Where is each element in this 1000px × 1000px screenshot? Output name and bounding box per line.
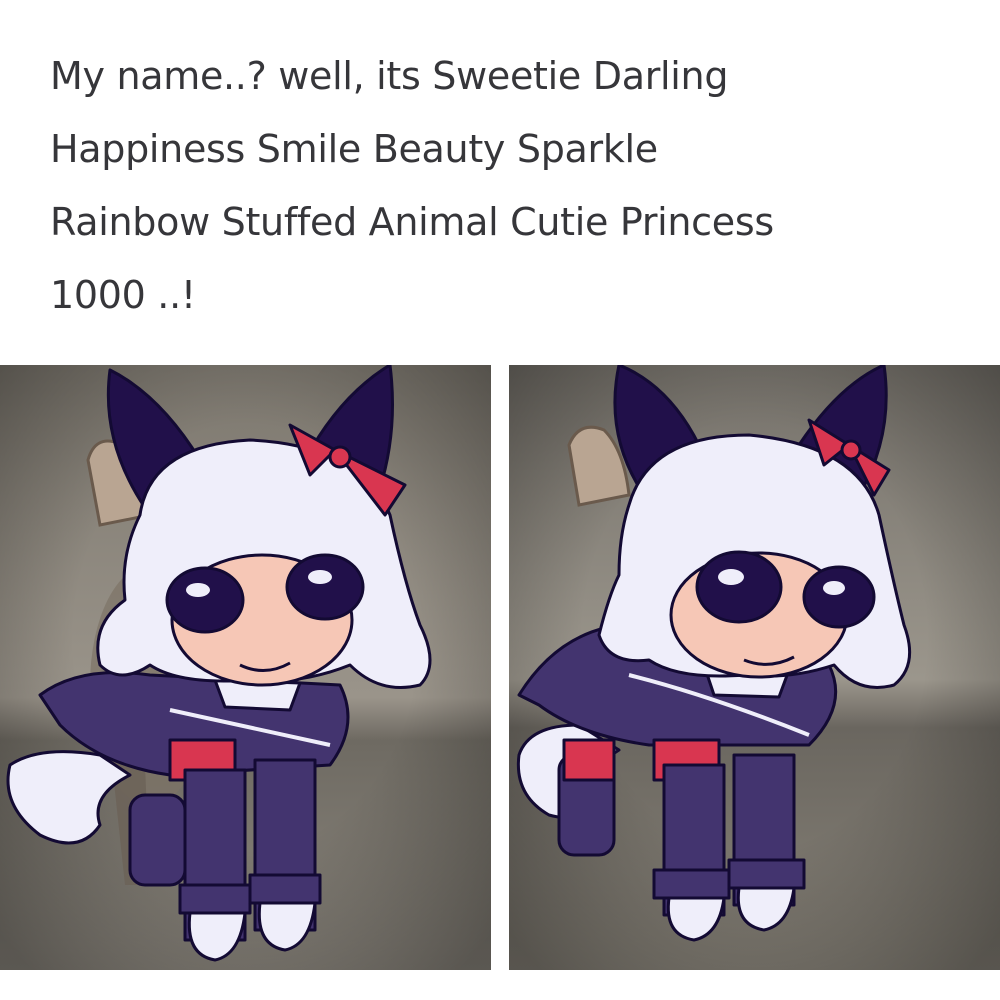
eye-left	[165, 566, 245, 634]
caption-text: My name..? well, its Sweetie Darling Hap…	[50, 40, 970, 332]
right-photo-image	[509, 365, 1000, 970]
eye-shine-right	[308, 570, 332, 584]
cuff-left	[652, 868, 731, 900]
eye-left	[695, 550, 783, 624]
eye-shine-left	[186, 583, 210, 597]
eye-right	[802, 565, 876, 629]
cuff-left	[178, 883, 252, 915]
left-photo	[0, 365, 491, 970]
red-sock-back	[562, 738, 616, 782]
eye-shine-left	[718, 569, 744, 585]
right-photo	[509, 365, 1000, 970]
caption-line-2: Happiness Smile Beauty Sparkle	[50, 127, 658, 171]
bow-knot	[840, 439, 862, 461]
cuff-right	[248, 873, 322, 905]
caption-line-1: My name..? well, its Sweetie Darling	[50, 54, 729, 98]
eye-right	[285, 553, 365, 621]
caption-line-4: 1000 ..!	[50, 273, 196, 317]
caption-line-3: Rainbow Stuffed Animal Cutie Princess	[50, 200, 774, 244]
cuff-right	[727, 858, 806, 890]
left-photo-image	[0, 365, 491, 970]
back-leg	[128, 793, 187, 887]
bow-knot	[328, 445, 352, 469]
eye-shine-right	[823, 581, 845, 595]
